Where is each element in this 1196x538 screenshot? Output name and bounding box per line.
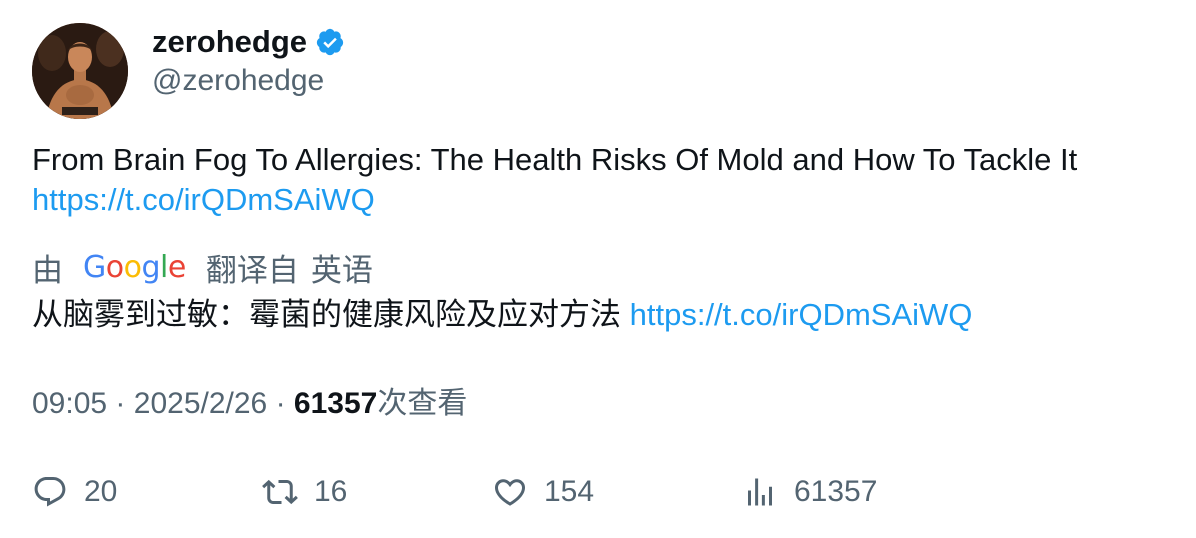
avatar-photo-icon xyxy=(32,23,128,119)
tweet-time[interactable]: 09:05 xyxy=(32,387,107,420)
tweet-text: From Brain Fog To Allergies: The Health … xyxy=(32,140,1172,220)
views-button[interactable]: 61357 xyxy=(742,470,877,514)
meta-separator: · xyxy=(275,387,286,420)
tweet-link[interactable]: https://t.co/irQDmSAiWQ xyxy=(32,182,375,217)
google-logo: Google xyxy=(83,249,186,285)
tweet-body: From Brain Fog To Allergies: The Health … xyxy=(32,142,1078,177)
retweet-icon xyxy=(262,479,298,505)
translated-from-label: 翻译自 xyxy=(205,252,299,288)
retweet-count: 16 xyxy=(314,475,348,508)
reply-icon xyxy=(34,477,66,507)
meta-views-count: 61357 xyxy=(293,387,378,420)
translated-text: 从脑雾到过敏：霉菌的健康风险及应对方法 https://t.co/irQDmSA… xyxy=(32,295,972,335)
reply-count: 20 xyxy=(84,475,118,508)
like-count: 154 xyxy=(544,475,595,508)
views-count: 61357 xyxy=(794,475,878,508)
translated-link[interactable]: https://t.co/irQDmSAiWQ xyxy=(630,297,973,332)
tweet-meta: 09:05 · 2025/2/26 · 61357次查看 xyxy=(32,384,467,424)
source-language: 英语 xyxy=(310,252,373,288)
translation-attribution: 由 Google 翻译自 英语 xyxy=(32,246,373,288)
retweet-button[interactable]: 16 xyxy=(262,470,347,514)
heart-icon xyxy=(494,479,526,506)
meta-views-label: 次查看 xyxy=(377,387,468,420)
verified-badge-icon xyxy=(316,28,344,56)
analytics-icon xyxy=(748,478,772,506)
author-display-name-row[interactable]: zerohedge xyxy=(152,22,345,62)
tweet-date[interactable]: 2025/2/26 xyxy=(134,387,267,420)
avatar[interactable] xyxy=(32,23,128,119)
author-display-name[interactable]: zerohedge xyxy=(152,22,307,62)
like-button[interactable]: 154 xyxy=(492,470,594,514)
author-handle[interactable]: @zerohedge xyxy=(152,62,324,100)
action-bar: 20 16 154 61357 xyxy=(32,470,1132,514)
meta-separator: · xyxy=(115,387,126,420)
translated-by-label: 由 xyxy=(32,252,63,288)
reply-button[interactable]: 20 xyxy=(32,470,117,514)
translated-body: 从脑雾到过敏：霉菌的健康风险及应对方法 xyxy=(32,297,621,332)
